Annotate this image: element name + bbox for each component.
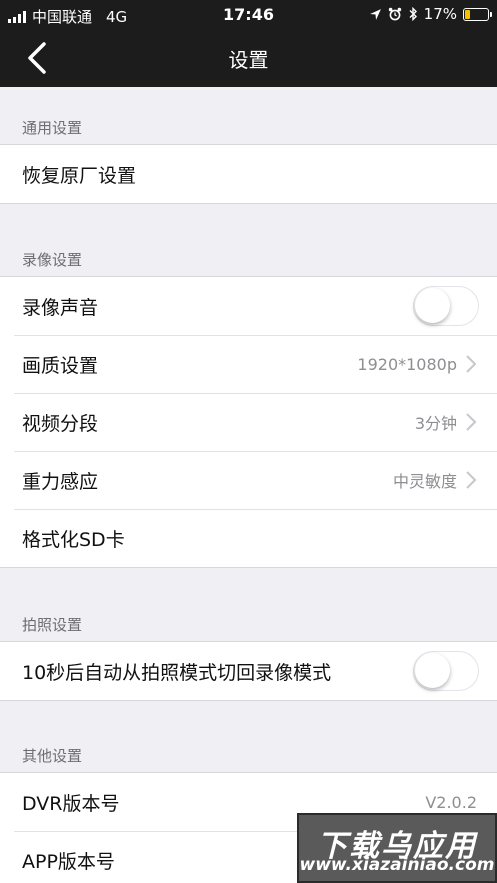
row-factory-reset[interactable]: 恢复原厂设置 bbox=[0, 145, 497, 203]
status-bar: 中国联通 4G 17:46 17% bbox=[0, 0, 497, 30]
group-photo: 10秒后自动从拍照模式切回录像模式 bbox=[0, 641, 497, 701]
row-video-segment[interactable]: 视频分段 3分钟 bbox=[0, 393, 497, 451]
watermark-line2: www.xiazainiao.com bbox=[299, 855, 495, 875]
toggle-knob bbox=[415, 653, 450, 688]
page-title: 设置 bbox=[228, 48, 269, 72]
row-quality[interactable]: 画质设置 1920*1080p bbox=[0, 335, 497, 393]
bluetooth-icon bbox=[409, 7, 417, 21]
status-right: 17% bbox=[369, 5, 492, 23]
section-header-recording: 录像设置 bbox=[22, 251, 83, 269]
battery-percent: 17% bbox=[423, 5, 457, 23]
toggle-knob bbox=[415, 288, 450, 323]
row-label: 10秒后自动从拍照模式切回录像模式 bbox=[22, 661, 332, 684]
chevron-right-icon bbox=[466, 471, 477, 489]
row-label: 重力感应 bbox=[22, 470, 99, 493]
group-recording: 录像声音 画质设置 1920*1080p 视频分段 3分钟 重力感应 中灵敏度 … bbox=[0, 276, 497, 568]
top-bar: 中国联通 4G 17:46 17% 设置 bbox=[0, 0, 497, 87]
section-header-photo: 拍照设置 bbox=[22, 616, 83, 634]
row-label: DVR版本号 bbox=[22, 792, 120, 815]
nav-bar: 设置 bbox=[0, 30, 497, 87]
watermark-logo: 下载乌应用 www.xiazainiao.com bbox=[297, 813, 497, 883]
row-label: 格式化SD卡 bbox=[22, 528, 125, 551]
row-label: 录像声音 bbox=[22, 296, 99, 319]
row-label: 视频分段 bbox=[22, 412, 99, 435]
row-recording-sound: 录像声音 bbox=[0, 277, 497, 335]
row-value: 中灵敏度 bbox=[392, 472, 457, 491]
auto-switch-toggle[interactable] bbox=[413, 651, 479, 691]
section-header-general: 通用设置 bbox=[22, 119, 83, 137]
row-value: 1920*1080p bbox=[357, 354, 457, 374]
row-gravity-sensor[interactable]: 重力感应 中灵敏度 bbox=[0, 451, 497, 509]
row-value: V2.0.2 bbox=[425, 792, 477, 812]
alarm-icon bbox=[388, 7, 401, 21]
group-general: 恢复原厂设置 bbox=[0, 144, 497, 204]
chevron-right-icon bbox=[466, 413, 477, 431]
row-auto-switch: 10秒后自动从拍照模式切回录像模式 bbox=[0, 642, 497, 700]
location-arrow-icon bbox=[369, 8, 381, 20]
row-label: 恢复原厂设置 bbox=[22, 164, 137, 187]
chevron-right-icon bbox=[466, 355, 477, 373]
row-format-sd[interactable]: 格式化SD卡 bbox=[0, 509, 497, 567]
recording-sound-toggle[interactable] bbox=[413, 286, 479, 326]
row-label: 画质设置 bbox=[22, 354, 99, 377]
battery-icon bbox=[463, 7, 492, 21]
row-value: 3分钟 bbox=[414, 414, 457, 433]
section-header-other: 其他设置 bbox=[22, 747, 83, 765]
